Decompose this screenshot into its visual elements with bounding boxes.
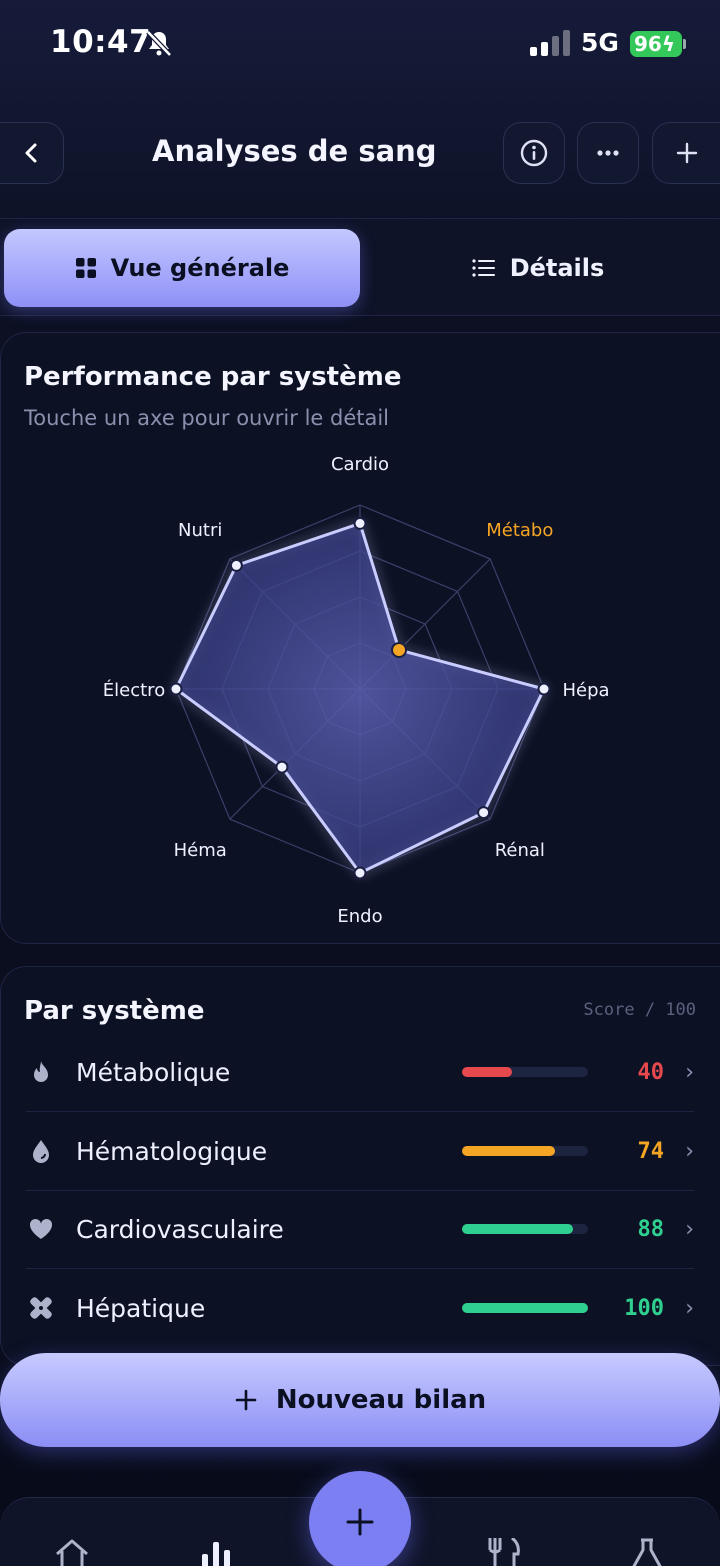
- system-label: Hématologique: [76, 1136, 268, 1166]
- score-value: 74: [637, 1138, 665, 1164]
- list-icon: [472, 259, 495, 277]
- performance-title: Performance par système: [24, 362, 402, 392]
- more-options-button[interactable]: [577, 122, 639, 184]
- radar-axis-label[interactable]: Héma: [174, 840, 227, 861]
- radar-axis-label[interactable]: Cardio: [331, 454, 389, 475]
- system-label: Métabolique: [76, 1057, 231, 1087]
- new-report-label: Nouveau bilan: [275, 1385, 487, 1415]
- tab-details[interactable]: Détails: [360, 229, 716, 307]
- fork-knife-icon[interactable]: [484, 1538, 524, 1566]
- tab-overview[interactable]: Vue générale: [4, 229, 360, 307]
- chevron-right-icon: ›: [685, 1216, 694, 1242]
- info-icon: [520, 139, 548, 167]
- radar-axis-label[interactable]: Électro: [103, 679, 165, 701]
- bandage-icon: [24, 1291, 58, 1325]
- system-row-cardiovasculaire[interactable]: Cardiovasculaire 88 ›: [24, 1190, 694, 1268]
- flame-icon: [24, 1055, 58, 1089]
- radar-point-nutri[interactable]: [229, 558, 243, 572]
- score-hint: Score / 100: [583, 1000, 696, 1020]
- chevron-right-icon: ›: [685, 1295, 694, 1321]
- grid-icon: [75, 258, 96, 278]
- tab-overview-label: Vue générale: [110, 254, 290, 282]
- chevron-right-icon: ›: [685, 1138, 694, 1164]
- system-label: Hépatique: [76, 1293, 206, 1323]
- page-title: Analyses de sang: [152, 134, 437, 168]
- add-fab-button[interactable]: [309, 1471, 411, 1566]
- back-button[interactable]: [0, 122, 64, 184]
- radar-axis-label[interactable]: Métabo: [486, 520, 553, 541]
- system-row-hematologique[interactable]: Hématologique 74 ›: [24, 1112, 694, 1190]
- status-time: 10:47: [50, 24, 152, 60]
- flask-icon[interactable]: [627, 1538, 667, 1566]
- radar-axis-label[interactable]: Hépa: [562, 680, 609, 701]
- heart-icon: [24, 1212, 58, 1246]
- radar-axis-label[interactable]: Endo: [337, 906, 382, 927]
- radar-point-métabo[interactable]: [391, 641, 408, 658]
- info-button[interactable]: [503, 122, 565, 184]
- score-value: 40: [637, 1059, 665, 1085]
- score-bar: [462, 1067, 588, 1077]
- plus-icon: [235, 1389, 257, 1411]
- network-type: 5G: [581, 28, 619, 57]
- bell-muted-icon: [146, 30, 172, 57]
- radar-chart[interactable]: Cardio Métabo Hépa Rénal Endo Héma Électro Nutr…: [0, 440, 720, 940]
- signal-icon: [530, 30, 570, 56]
- battery-cap: [683, 39, 686, 49]
- battery-level: 96: [634, 32, 662, 56]
- chevron-left-icon: [25, 143, 36, 163]
- radar-axis-label[interactable]: Nutri: [178, 520, 222, 541]
- performance-subtitle: Touche un axe pour ouvrir le détail: [24, 406, 390, 430]
- score-bar: [462, 1224, 588, 1234]
- home-icon[interactable]: [52, 1538, 92, 1566]
- score-bar-fill: [462, 1146, 556, 1156]
- radar-series: [172, 519, 549, 877]
- system-row-hepatique[interactable]: Hépatique 100 ›: [24, 1269, 694, 1347]
- score-value: 88: [637, 1216, 665, 1242]
- plus-icon: [676, 142, 697, 164]
- radar-point-endo[interactable]: [353, 866, 367, 880]
- radar-point-héma[interactable]: [275, 760, 289, 774]
- stats-icon[interactable]: [196, 1538, 236, 1566]
- radar-point-rénal[interactable]: [477, 806, 491, 820]
- battery-indicator: 96ϟ: [630, 31, 686, 57]
- score-bar: [462, 1303, 588, 1313]
- plus-icon: [346, 1508, 374, 1536]
- radar-axis-label[interactable]: Rénal: [495, 840, 545, 861]
- score-bar: [462, 1146, 588, 1156]
- radar-point-hépa[interactable]: [537, 682, 551, 696]
- drop-icon: [24, 1134, 58, 1168]
- system-row-metabolique[interactable]: Métabolique 40 ›: [24, 1033, 694, 1111]
- radar-point-cardio[interactable]: [353, 516, 367, 530]
- score-bar-fill: [462, 1224, 573, 1234]
- score-bar-fill: [462, 1067, 513, 1077]
- system-label: Cardiovasculaire: [76, 1214, 284, 1244]
- systems-title: Par système: [24, 996, 205, 1026]
- ellipsis-icon: [597, 150, 619, 156]
- add-button[interactable]: [652, 122, 720, 184]
- radar-point-électro[interactable]: [169, 682, 183, 696]
- radar-series-area: [174, 521, 546, 875]
- chevron-right-icon: ›: [685, 1059, 694, 1085]
- score-value: 100: [624, 1295, 664, 1321]
- charging-bolt-icon: ϟ: [661, 32, 676, 56]
- score-bar-fill: [462, 1303, 588, 1313]
- tab-details-label: Détails: [509, 254, 605, 282]
- new-report-button[interactable]: Nouveau bilan: [0, 1353, 720, 1447]
- status-bar: 10:47 5G 96ϟ: [0, 0, 720, 90]
